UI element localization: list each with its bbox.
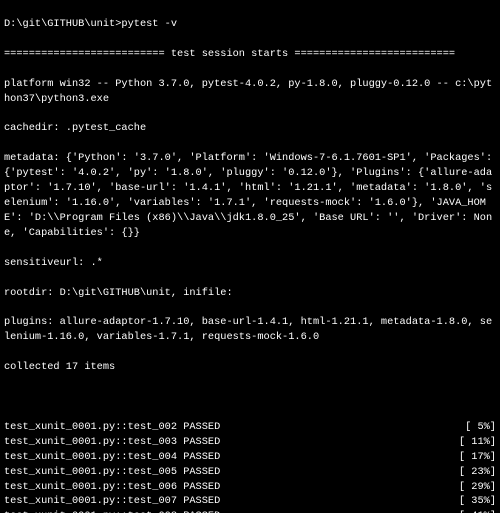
- plugins-line: plugins: allure-adaptor-1.7.10, base-url…: [4, 315, 496, 345]
- platform-line: platform win32 -- Python 3.7.0, pytest-4…: [4, 77, 496, 107]
- test-percent: [ 35%]: [459, 494, 496, 509]
- session-header: ========================== test session …: [4, 47, 496, 62]
- blank-line: [4, 390, 496, 405]
- test-name: test_xunit_0001.py::test_002 PASSED: [4, 421, 220, 433]
- test-result-row: [ 41%]test_xunit_0001.py::test_008 PASSE…: [4, 509, 496, 513]
- test-result-row: [ 23%] test_xunit_0001.py::test_005 PASSE…: [4, 465, 496, 480]
- sensitiveurl-line: sensitiveurl: .*: [4, 256, 496, 271]
- test-percent: [ 17%]: [459, 450, 496, 465]
- test-result-row: [ 5%] test_xunit_0001.py::test_002 PASSED: [4, 420, 496, 435]
- test-name: test_xunit_0001.py::test_007 PASSED: [4, 495, 220, 507]
- results-list: [ 5%] test_xunit_0001.py::test_002 PASSED…: [4, 420, 496, 513]
- test-result-row: [ 35%] test_xunit_0001.py::test_007 PASSE…: [4, 494, 496, 509]
- cachedir-line: cachedir: .pytest_cache: [4, 121, 496, 136]
- test-percent: [ 11%]: [459, 435, 496, 450]
- test-result-row: [ 17%] test_xunit_0001.py::test_004 PASSE…: [4, 450, 496, 465]
- test-name: test_xunit_0001.py::test_003 PASSED: [4, 436, 220, 448]
- metadata-line: metadata: {'Python': '3.7.0', 'Platform'…: [4, 151, 496, 241]
- prompt-line: D:\git\GITHUB\unit>pytest -v: [4, 17, 496, 32]
- test-percent: [ 23%]: [459, 465, 496, 480]
- test-result-row: [ 29%] test_xunit_0001.py::test_006 PASSE…: [4, 480, 496, 495]
- test-percent: [ 5%]: [465, 420, 496, 435]
- test-percent: [ 29%]: [459, 480, 496, 495]
- collected-line: collected 17 items: [4, 360, 496, 375]
- test-name: test_xunit_0001.py::test_006 PASSED: [4, 481, 220, 493]
- test-name: test_xunit_0001.py::test_004 PASSED: [4, 451, 220, 463]
- rootdir-line: rootdir: D:\git\GITHUB\unit, inifile:: [4, 286, 496, 301]
- test-percent: [ 41%]: [459, 509, 496, 513]
- terminal[interactable]: D:\git\GITHUB\unit>pytest -v ===========…: [0, 0, 500, 513]
- test-name: test_xunit_0001.py::test_005 PASSED: [4, 466, 220, 478]
- test-result-row: [ 11%] test_xunit_0001.py::test_003 PASSE…: [4, 435, 496, 450]
